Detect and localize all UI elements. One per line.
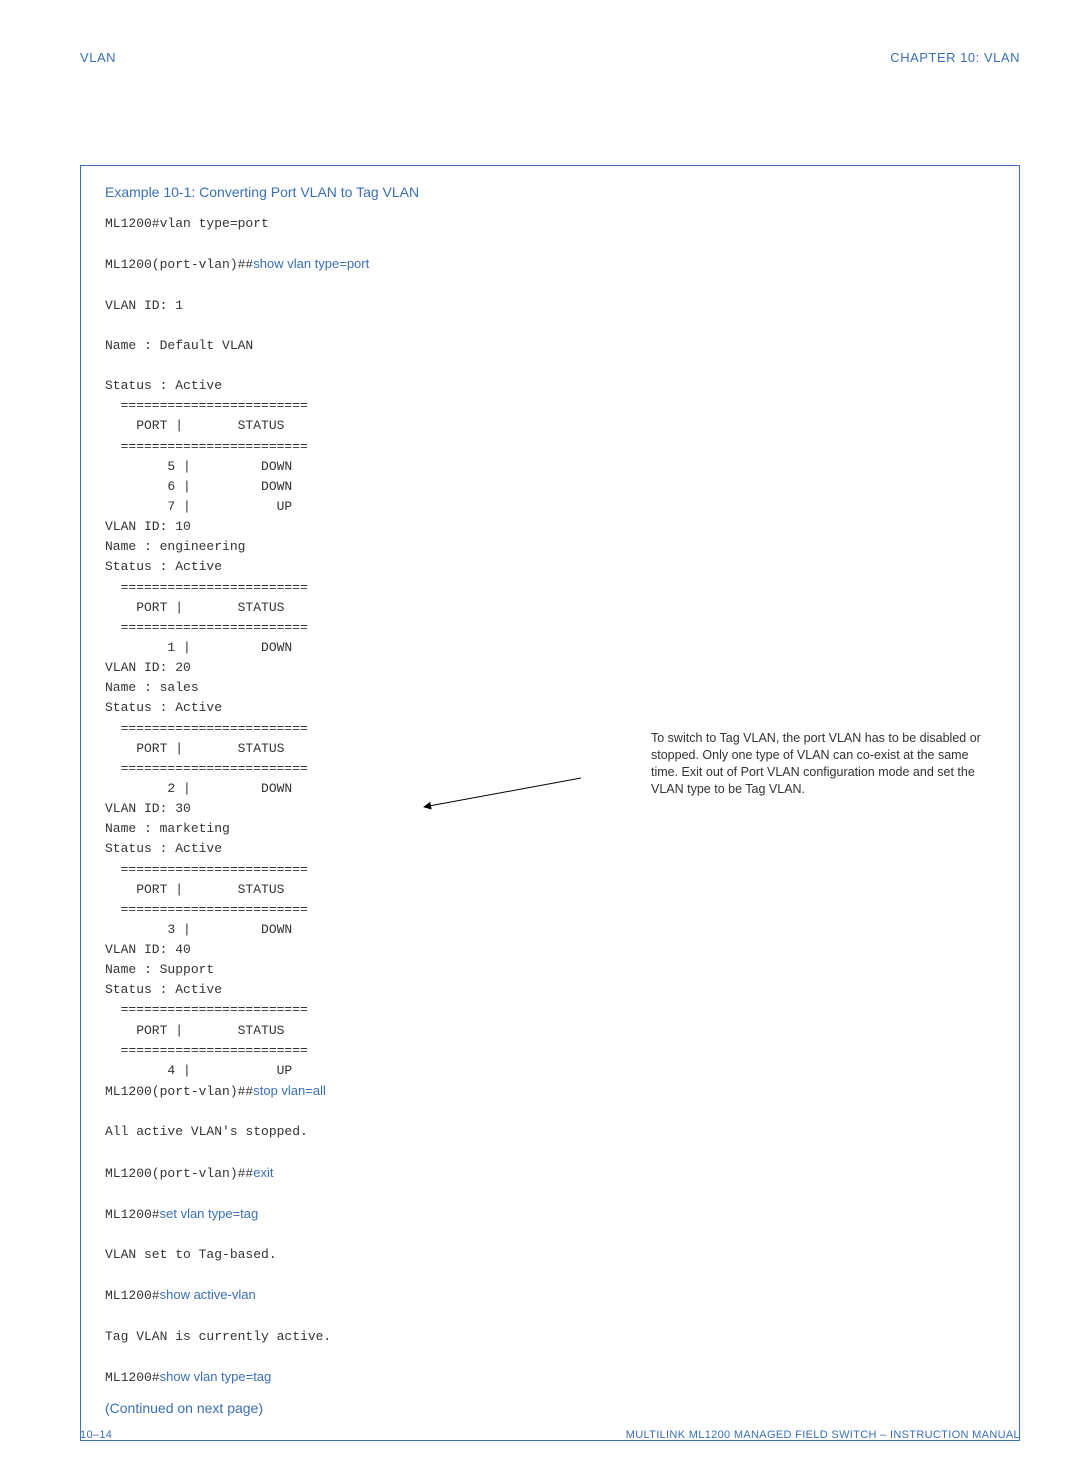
example-box: Example 10-1: Converting Port VLAN to Ta… [80,165,1020,1441]
cli-prefix: ML1200(port-vlan)## [105,1166,253,1181]
page-number: 10–14 [80,1429,112,1441]
cli-prefix: ML1200(port-vlan)## [105,1084,253,1099]
cli-command: exit [253,1165,273,1180]
cli-line: VLAN set to Tag-based. [105,1247,277,1262]
header-left: VLAN [80,50,116,65]
cli-command: stop vlan=all [253,1083,326,1098]
footer: 10–14 MULTILINK ML1200 MANAGED FIELD SWI… [80,1429,1020,1441]
cli-prefix: ML1200# [105,1370,160,1385]
cli-prefix: ML1200(port-vlan)## [105,257,253,272]
cli-prefix: ML1200# [105,1288,160,1303]
continued-note: (Continued on next page) [105,1400,991,1416]
cli-command: show active-vlan [160,1287,256,1302]
cli-line: All active VLAN's stopped. [105,1124,308,1139]
footer-title: MULTILINK ML1200 MANAGED FIELD SWITCH – … [626,1429,1020,1441]
cli-line: Tag VLAN is currently active. [105,1329,331,1344]
cli-command: show vlan type=port [253,256,369,271]
cli-line: ML1200#vlan type=port [105,216,269,231]
running-header: VLAN CHAPTER 10: VLAN [80,50,1020,65]
cli-prefix: ML1200# [105,1207,160,1222]
page: VLAN CHAPTER 10: VLAN Example 10-1: Conv… [0,0,1080,1481]
example-title: Example 10-1: Converting Port VLAN to Ta… [105,184,991,200]
cli-command: show vlan type=tag [160,1369,272,1384]
arrow-icon [421,776,591,816]
header-right: CHAPTER 10: VLAN [890,50,1020,65]
callout-text: To switch to Tag VLAN, the port VLAN has… [651,730,991,798]
cli-command: set vlan type=tag [160,1206,259,1221]
cli-block: VLAN ID: 1 Name : Default VLAN Status : … [105,298,308,1078]
